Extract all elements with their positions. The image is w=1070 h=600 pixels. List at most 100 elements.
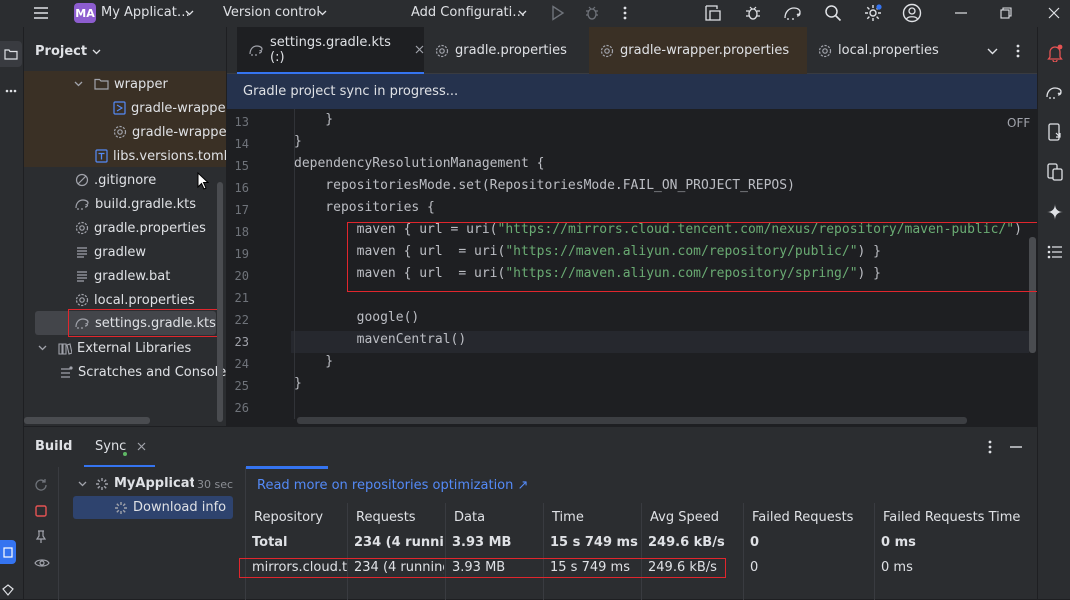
table-cell: 15 s 749 ms: [550, 535, 638, 550]
search-icon[interactable]: [823, 3, 843, 23]
column-header[interactable]: Failed Requests: [752, 510, 853, 525]
run-config-selector[interactable]: Add Configurati…: [411, 5, 525, 20]
debug-icon[interactable]: [583, 4, 601, 22]
attach-debugger-icon[interactable]: [743, 3, 763, 23]
tree-item-external-libraries[interactable]: External Libraries: [38, 336, 191, 360]
tree-item-libs-versions[interactable]: libs.versions.toml: [95, 144, 227, 168]
column-header[interactable]: Failed Requests Time: [883, 510, 1020, 525]
structure-icon[interactable]: [1046, 242, 1064, 262]
tree-item-build-gradle[interactable]: build.gradle.kts: [75, 192, 196, 216]
column-header[interactable]: Requests: [356, 510, 416, 525]
tree-item-gitignore[interactable]: .gitignore: [75, 168, 156, 192]
column-header[interactable]: Repository: [254, 510, 323, 525]
table-cell: 3.93 MB: [452, 535, 512, 550]
project-tool-icon[interactable]: [0, 41, 22, 67]
account-icon[interactable]: [901, 2, 923, 24]
column-header[interactable]: Data: [454, 510, 485, 525]
line-number: 26: [234, 401, 249, 415]
gradle-elephant-icon[interactable]: [782, 3, 804, 23]
main-menu-icon[interactable]: [30, 4, 52, 22]
library-icon: [58, 342, 72, 355]
code-line: }: [294, 376, 302, 391]
chevron-down-icon[interactable]: [38, 345, 47, 351]
notifications-icon[interactable]: [1046, 43, 1064, 63]
chevron-down-icon[interactable]: [317, 6, 327, 20]
gradle-tool-icon[interactable]: [1046, 82, 1064, 102]
gemini-icon[interactable]: [1046, 202, 1064, 222]
read-more-link[interactable]: Read more on repositories optimization ↗: [257, 478, 528, 493]
tree-item-gradle-properties[interactable]: gradle.properties: [75, 216, 206, 240]
text-file-icon: [75, 269, 89, 283]
rerun-icon[interactable]: [33, 477, 49, 493]
tree-label: wrapper: [114, 76, 168, 92]
tree-item-gradlew[interactable]: gradlew: [75, 240, 146, 264]
close-icon[interactable]: [415, 45, 424, 54]
left-tool-strip: [0, 27, 24, 599]
gradle-sync-icon[interactable]: [703, 3, 723, 23]
eye-icon[interactable]: [33, 555, 51, 571]
restore-icon[interactable]: [997, 4, 1015, 22]
settings-gear-icon[interactable]: [862, 2, 884, 24]
line-number: 21: [234, 291, 249, 305]
tab-build[interactable]: Build: [35, 439, 72, 454]
tab-gradle-properties[interactable]: gradle.properties: [435, 27, 567, 74]
close-window-icon[interactable]: [1045, 4, 1063, 22]
folder-icon: [94, 78, 109, 90]
more-tools-icon[interactable]: [0, 83, 22, 99]
build-tool-icon[interactable]: [0, 540, 16, 564]
line-number: 24: [234, 357, 249, 371]
project-panel-title: Project: [35, 44, 88, 59]
tree-item-gradle-wrapper-jar[interactable]: gradle-wrapper: [113, 96, 231, 120]
tree-item-wrapper[interactable]: wrapper: [74, 72, 168, 96]
line-number: 22: [234, 313, 249, 327]
stop-icon[interactable]: [33, 503, 49, 519]
chevron-down-icon[interactable]: [184, 6, 194, 20]
code-line: repositoriesMode.set(RepositoriesMode.FA…: [294, 178, 795, 193]
tree-item-scratches[interactable]: Scratches and Consoles: [59, 360, 233, 384]
more-actions-icon[interactable]: [618, 4, 632, 22]
horizontal-scrollbar[interactable]: [24, 417, 150, 424]
device-manager-icon[interactable]: [1046, 122, 1064, 142]
more-actions-icon[interactable]: [984, 439, 996, 455]
chevron-down-icon[interactable]: [74, 81, 83, 87]
tree-item-gradlew-bat[interactable]: gradlew.bat: [75, 264, 170, 288]
archive-file-icon: [113, 101, 126, 115]
settings-file-icon: [75, 221, 89, 235]
build-tree-root[interactable]: MyApplicati: [114, 476, 194, 491]
tab-local-properties[interactable]: local.properties: [818, 27, 939, 74]
tab-sync-label: Sync: [95, 439, 127, 454]
mouse-cursor-icon: [197, 172, 209, 190]
tab-gradle-wrapper-properties[interactable]: gradle-wrapper.properties: [589, 27, 807, 74]
chevron-down-icon[interactable]: [985, 44, 999, 58]
tree-item-gradle-wrapper-properties[interactable]: gradle-wrapper: [113, 120, 232, 144]
running-devices-icon[interactable]: [1046, 162, 1064, 182]
tree-label: gradlew: [94, 244, 147, 260]
tab-sync[interactable]: Sync: [84, 427, 155, 467]
tab-label: local.properties: [838, 43, 939, 58]
pin-icon[interactable]: [33, 529, 49, 545]
version-control-menu[interactable]: Version control: [223, 5, 320, 20]
highlight-box: [347, 222, 1046, 292]
tab-settings-gradle[interactable]: settings.gradle.kts (:): [237, 27, 424, 74]
chevron-down-icon[interactable]: [77, 479, 87, 489]
code-line: dependencyResolutionManagement {: [294, 156, 544, 171]
tree-label: gradle-wrapper: [131, 100, 231, 116]
column-header[interactable]: Avg Speed: [650, 510, 719, 525]
chevron-down-icon[interactable]: [517, 6, 527, 20]
chevron-down-icon[interactable]: [92, 49, 101, 55]
reader-mode-toggle[interactable]: OFF: [1007, 116, 1030, 130]
project-panel-header[interactable]: Project: [35, 44, 101, 59]
vertical-scrollbar[interactable]: [217, 182, 223, 422]
vcs-tool-icon[interactable]: [0, 582, 16, 598]
editor-horizontal-scrollbar[interactable]: [297, 417, 967, 424]
line-number: 19: [234, 247, 249, 261]
project-badge[interactable]: MA: [74, 3, 96, 23]
tree-label: Scratches and Consoles: [78, 364, 234, 380]
close-icon[interactable]: [136, 441, 146, 451]
minimize-panel-icon[interactable]: [1008, 439, 1024, 455]
run-icon[interactable]: [549, 4, 567, 22]
column-header[interactable]: Time: [552, 510, 584, 525]
more-actions-icon[interactable]: [1012, 43, 1024, 59]
minimize-icon[interactable]: [952, 4, 970, 22]
project-name[interactable]: My Applicat…: [101, 5, 190, 20]
